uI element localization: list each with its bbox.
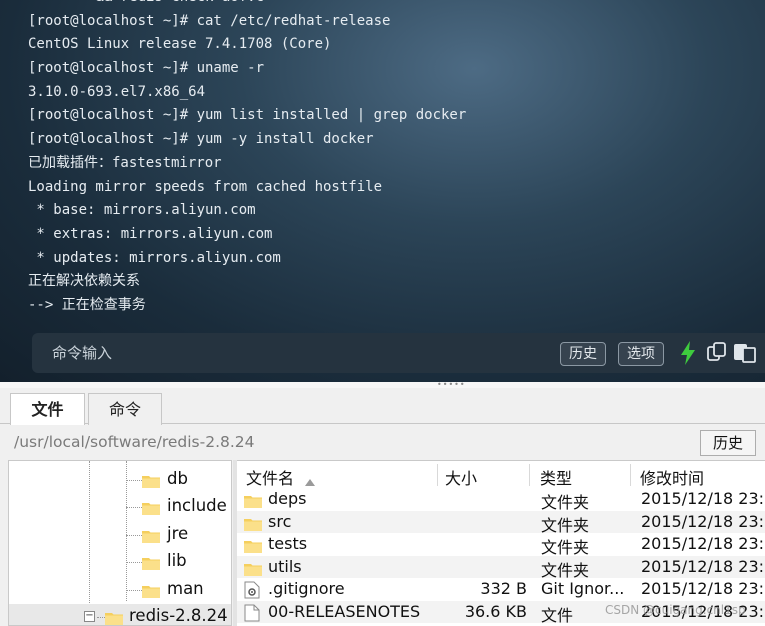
terminal-line: && redis-check-aof.c — [28, 0, 466, 10]
file-size: 332 B — [480, 579, 527, 598]
path-history-button[interactable]: 历史 — [700, 430, 756, 456]
tree-item-label: redis-2.8.24 — [129, 606, 228, 625]
tree-connector — [126, 480, 142, 481]
file-type: 文件夹 — [541, 493, 590, 512]
column-divider[interactable] — [529, 464, 530, 486]
command-history-button[interactable]: 历史 — [560, 342, 606, 366]
terminal-output: && redis-check-aof.c [root@localhost ~]#… — [28, 0, 466, 318]
file-name: 00-RELEASENOTES — [268, 601, 421, 621]
command-bar: 历史 选项 — [32, 333, 765, 373]
terminal-line: * base: mirrors.aliyun.com — [28, 202, 256, 219]
tree-item-label: lib — [167, 551, 187, 570]
tree-connector — [126, 535, 142, 536]
file-name: tests — [268, 534, 308, 553]
tree-item-man[interactable]: man — [9, 577, 231, 603]
folder-icon — [244, 493, 262, 512]
tab-files[interactable]: 文件 — [10, 393, 85, 426]
tree-item-label: include — [167, 496, 227, 515]
file-row-gitignore[interactable]: .gitignore 332 B Git Ignor... 2015/12/18… — [237, 578, 765, 601]
terminal-line: 正在解决依赖关系 — [28, 273, 140, 290]
terminal-line: [root@localhost ~]# uname -r — [28, 60, 265, 77]
terminal-line: 3.10.0-693.el7.x86_64 — [28, 83, 206, 100]
file-row-tests[interactable]: tests 文件夹 2015/12/18 23:1 — [237, 533, 765, 557]
file-mtime: 2015/12/18 23:1 — [641, 579, 765, 598]
tab-bar: 文件 命令 — [0, 388, 765, 426]
file-row-utils[interactable]: utils 文件夹 2015/12/18 23:1 — [237, 555, 765, 580]
tree-connector — [126, 562, 142, 563]
tree-item-lib[interactable]: lib — [9, 549, 231, 575]
folder-icon — [142, 473, 160, 488]
terminal-line: * extras: mirrors.aliyun.com — [28, 225, 273, 242]
tree-item-jre[interactable]: jre — [9, 522, 231, 548]
tree-item-label: man — [167, 579, 204, 598]
terminal-line: * updates: mirrors.aliyun.com — [28, 249, 281, 266]
file-row-deps[interactable]: deps 文件夹 2015/12/18 23:1 — [237, 488, 765, 512]
column-header-mtime[interactable]: 修改时间 — [640, 465, 704, 489]
file-icon — [244, 604, 260, 626]
folder-icon — [244, 538, 262, 557]
file-name: deps — [268, 489, 307, 508]
file-list[interactable]: 文件名 大小 类型 修改时间 deps 文件夹 2015/12/18 23:1 … — [237, 460, 765, 626]
column-header-name[interactable]: 文件名 — [246, 465, 294, 489]
terminal-line: [root@localhost ~]# yum -y install docke… — [28, 131, 374, 148]
folder-icon — [244, 561, 262, 580]
file-size: 36.6 KB — [464, 601, 527, 621]
folder-icon — [244, 516, 262, 535]
terminal-line: Loading mirror speeds from cached hostfi… — [28, 178, 383, 195]
paste-icon[interactable] — [732, 341, 758, 367]
tree-connector — [126, 507, 142, 508]
file-name: .gitignore — [268, 579, 345, 598]
path-bar: /usr/local/software/redis-2.8.24 历史 — [0, 425, 765, 459]
command-options-button[interactable]: 选项 — [618, 342, 664, 366]
file-name: src — [268, 511, 292, 531]
folder-icon — [142, 555, 160, 570]
tree-connector — [126, 590, 142, 591]
file-type: 文件 — [541, 605, 574, 625]
file-list-header: 文件名 大小 类型 修改时间 — [237, 461, 765, 489]
bolt-icon[interactable] — [680, 341, 696, 369]
file-mtime: 2015/12/18 23:1 — [641, 556, 765, 576]
file-mtime: 2015/12/18 23:1 — [641, 534, 765, 553]
tree-item-include[interactable]: include — [9, 494, 231, 520]
command-input[interactable] — [52, 342, 552, 364]
file-name: utils — [268, 556, 302, 576]
tree-item-label: db — [167, 469, 188, 488]
terminal-line: 已加载插件：fastestmirror — [28, 154, 222, 171]
column-header-size[interactable]: 大小 — [445, 465, 477, 489]
file-type: 文件夹 — [541, 538, 590, 557]
file-mtime: 2015/12/18 23:1 — [641, 511, 765, 531]
file-row-src[interactable]: src 文件夹 2015/12/18 23:1 — [237, 510, 765, 535]
folder-icon — [142, 528, 160, 543]
terminal-line: [root@localhost ~]# yum list installed |… — [28, 107, 467, 124]
tree-item-label: jre — [167, 524, 189, 543]
file-mtime: 2015/12/18 23:1 — [641, 489, 765, 508]
terminal-pane[interactable]: && redis-check-aof.c [root@localhost ~]#… — [0, 0, 765, 382]
watermark: CSDN @cuigang.cnl1sp — [605, 603, 746, 617]
path-field[interactable]: /usr/local/software/redis-2.8.24 — [14, 433, 255, 451]
terminal-line: [root@localhost ~]# cat /etc/redhat-rele… — [28, 12, 391, 29]
column-divider[interactable] — [437, 464, 438, 486]
terminal-line: --> 正在检查事务 — [28, 296, 146, 313]
copy-icon[interactable] — [706, 341, 728, 367]
folder-icon — [142, 500, 160, 515]
column-divider[interactable] — [630, 464, 631, 486]
column-header-type[interactable]: 类型 — [540, 465, 572, 489]
tree-item-db[interactable]: db — [9, 467, 231, 493]
file-type: Git Ignor... — [541, 579, 625, 598]
folder-icon — [142, 583, 160, 598]
file-type: 文件夹 — [541, 560, 590, 580]
terminal-line: CentOS Linux release 7.4.1708 (Core) — [28, 36, 332, 53]
collapse-icon[interactable]: − — [84, 611, 95, 622]
tree-item-redis-2-8-24[interactable]: − redis-2.8.24 — [9, 604, 231, 625]
file-type: 文件夹 — [541, 515, 590, 535]
tab-commands[interactable]: 命令 — [88, 393, 162, 425]
directory-tree[interactable]: db include jre lib man − redis-2.8.24 — [8, 460, 232, 626]
folder-icon — [105, 610, 123, 625]
